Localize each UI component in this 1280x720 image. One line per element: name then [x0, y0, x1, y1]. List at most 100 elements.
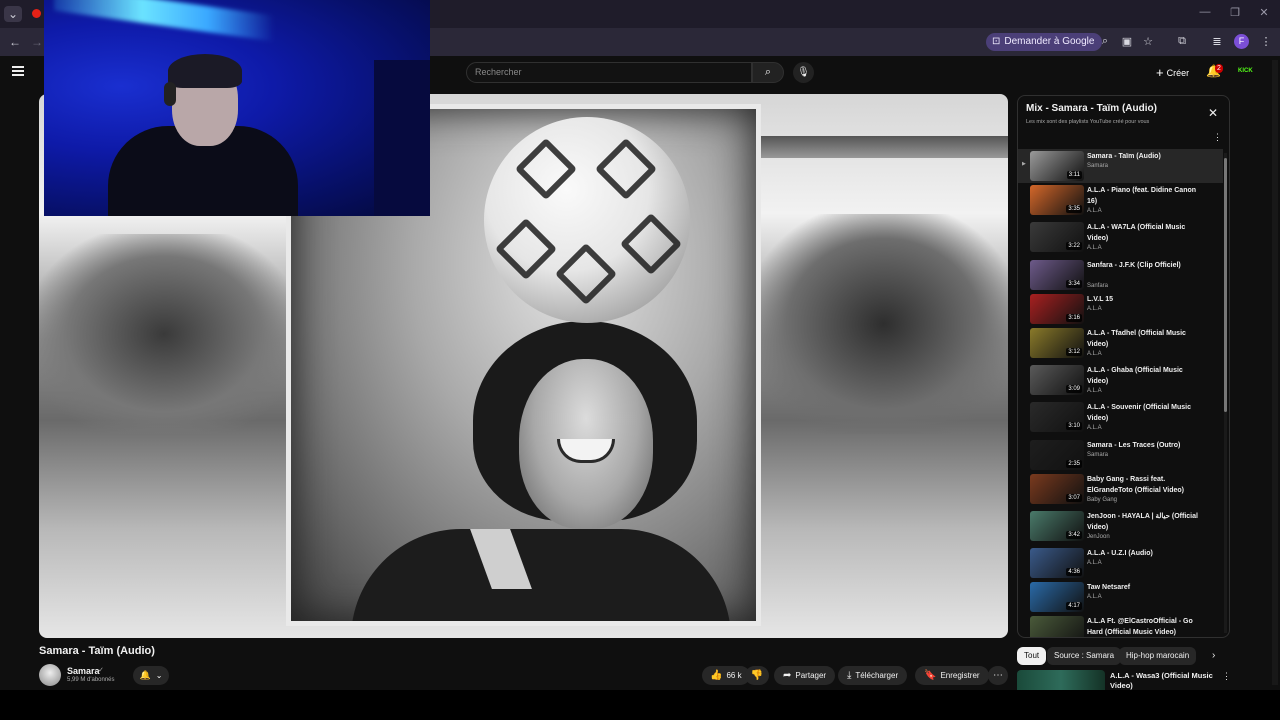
playlist-item-artist[interactable]: Samara — [1087, 452, 1108, 458]
chevron-right-icon[interactable]: › — [1212, 650, 1215, 661]
bookmark-star-icon[interactable]: ☆ — [1141, 35, 1155, 48]
chip-source-samara[interactable]: Source : Samara — [1047, 647, 1122, 665]
playlist-item-artist[interactable]: A.L.A — [1087, 594, 1102, 600]
like-count: 66 k — [726, 671, 742, 680]
minimize-window-button[interactable]: — — [1198, 6, 1212, 18]
create-button[interactable]: + Créer — [1156, 65, 1189, 80]
playlist-item-artist[interactable]: JenJoon — [1087, 534, 1110, 540]
back-arrow-icon[interactable]: ← — [6, 34, 24, 50]
playlist-item-thumbnail[interactable]: 3:22 — [1030, 222, 1084, 252]
browser-menu-icon[interactable]: ⋮ — [1259, 35, 1273, 48]
playlist-item-artist[interactable]: A.L.A — [1087, 351, 1102, 357]
playlist-title[interactable]: Mix - Samara - Taïm (Audio) — [1026, 103, 1157, 114]
chip-hip-hop-marocain[interactable]: Hip-hop marocain — [1119, 647, 1197, 665]
channel-name[interactable]: Samara — [67, 666, 100, 676]
playlist-item[interactable]: 3:22 A.L.A - WA7LA (Official Music Video)… — [1018, 220, 1223, 254]
playlist-item-artist[interactable]: A.L.A — [1087, 208, 1102, 214]
search-input[interactable]: Rechercher — [466, 62, 752, 83]
playlist-item-title[interactable]: JenJoon - HAYALA | حيالة (Official Video… — [1087, 512, 1199, 533]
playlist-item-title[interactable]: Sanfara - J.F.K (Clip Officiel) — [1087, 261, 1199, 272]
youtube-tab-favicon[interactable] — [32, 9, 41, 18]
playlist-item[interactable]: ▶ 3:11 Samara - Taïm (Audio) Samara — [1018, 149, 1223, 183]
page-scrollbar[interactable] — [1272, 60, 1278, 685]
playlist-item-artist[interactable]: A.L.A — [1087, 306, 1102, 312]
playlist-item-title[interactable]: A.L.A Ft. @ElCastroOfficial - Go Hard (O… — [1087, 617, 1199, 637]
playlist-item[interactable]: 3:12 A.L.A - Tfadhel (Official Music Vide… — [1018, 326, 1223, 360]
playlist-item[interactable]: A.L.A Ft. @ElCastroOfficial - Go Hard (O… — [1018, 614, 1223, 637]
playlist-item-artist[interactable]: A.L.A — [1087, 425, 1102, 431]
channel-avatar[interactable] — [39, 664, 61, 686]
dislike-button[interactable]: 👎 — [745, 666, 769, 685]
recommendation-title[interactable]: A.L.A - Wasa3 (Official Music Video) — [1110, 671, 1220, 691]
close-icon[interactable]: ✕ — [1208, 106, 1218, 120]
hamburger-menu-icon[interactable] — [12, 66, 24, 76]
playlist-item[interactable]: 4:36 A.L.A - U.Z.I (Audio) A.L.A — [1018, 546, 1223, 580]
playlist-item-thumbnail[interactable]: 4:36 — [1030, 548, 1084, 578]
cast-icon[interactable]: ▣ — [1120, 35, 1134, 48]
playlist-item-artist[interactable]: Sanfara — [1087, 283, 1108, 289]
playlist-item[interactable]: 3:42 JenJoon - HAYALA | حيالة (Official V… — [1018, 509, 1223, 543]
chip-all[interactable]: Tout — [1017, 647, 1047, 665]
playlist-item-artist[interactable]: A.L.A — [1087, 560, 1102, 566]
playlist-item-title[interactable]: A.L.A - Souvenir (Official Music Video) — [1087, 403, 1199, 424]
ball-pattern — [594, 137, 658, 201]
playlist-item-artist[interactable]: Samara — [1087, 163, 1108, 169]
playlist-item-artist[interactable]: A.L.A — [1087, 245, 1102, 251]
profile-avatar[interactable]: F — [1234, 34, 1249, 49]
zoom-icon[interactable]: ⌕ — [1098, 35, 1112, 48]
more-actions-button[interactable]: ⋯ — [988, 666, 1008, 685]
playlist-item-title[interactable]: A.L.A - Piano (feat. Didine Canon 16) — [1087, 186, 1199, 207]
playlist-item[interactable]: 4:17 Taw Netsaref A.L.A — [1018, 580, 1223, 614]
playlist-scrollbar-thumb[interactable] — [1224, 158, 1227, 412]
subscription-bell-button[interactable]: 🔔 ⌄ — [133, 666, 169, 685]
playlist-item-thumbnail[interactable]: 3:16 — [1030, 294, 1084, 324]
playlist-item-thumbnail[interactable]: 3:07 — [1030, 474, 1084, 504]
playlist-item[interactable]: 2:35 Samara - Les Traces (Outro) Samara — [1018, 438, 1223, 472]
playlist-item-thumbnail[interactable]: 3:35 — [1030, 185, 1084, 215]
playlist-item-title[interactable]: Taw Netsaref — [1087, 583, 1199, 594]
playlist-more-icon[interactable]: ⋮ — [1213, 132, 1222, 143]
playlist-item-title[interactable]: A.L.A - Tfadhel (Official Music Video) — [1087, 329, 1199, 350]
playlist-item-title[interactable]: Samara - Taïm (Audio) — [1087, 152, 1199, 163]
playlist-item-artist[interactable]: A.L.A — [1087, 388, 1102, 394]
playlist-item-thumbnail[interactable]: 3:34 — [1030, 260, 1084, 290]
playlist-item-thumbnail[interactable]: 3:10 — [1030, 402, 1084, 432]
playlist-item-title[interactable]: A.L.A - Ghaba (Official Music Video) — [1087, 366, 1199, 387]
playlist-item-title[interactable]: A.L.A - WA7LA (Official Music Video) — [1087, 223, 1199, 244]
recommendation-more-icon[interactable]: ⋮ — [1222, 671, 1231, 682]
playlist-item[interactable]: 3:16 L.V.L 15 A.L.A — [1018, 292, 1223, 326]
ask-google-button[interactable]: ⊡ Demander à Google — [986, 33, 1103, 51]
playlist-item[interactable]: 3:09 A.L.A - Ghaba (Official Music Video)… — [1018, 363, 1223, 397]
playlist-item-title[interactable]: Samara - Les Traces (Outro) — [1087, 441, 1199, 452]
playlist-item-title[interactable]: L.V.L 15 — [1087, 295, 1199, 306]
playlist-item-thumbnail[interactable]: 3:42 — [1030, 511, 1084, 541]
voice-search-button[interactable]: 🎙 — [793, 62, 814, 83]
save-button[interactable]: 🔖 Enregistrer — [915, 666, 989, 685]
playlist-item-artist[interactable]: Baby Gang — [1087, 497, 1117, 503]
tab-list-chevron-icon[interactable]: ⌄ — [4, 6, 22, 22]
kick-logo[interactable]: KICK — [1238, 68, 1253, 74]
close-window-button[interactable]: ✕ — [1257, 6, 1271, 19]
playlist-item-thumbnail[interactable]: 4:17 — [1030, 582, 1084, 612]
playlist-item-title[interactable]: A.L.A - U.Z.I (Audio) — [1087, 549, 1199, 560]
playlist-item-thumbnail[interactable]: 3:11 — [1030, 151, 1084, 181]
restore-window-button[interactable]: ❐ — [1228, 6, 1242, 19]
playlist-item[interactable]: 3:34 Sanfara - J.F.K (Clip Officiel) Sanfa… — [1018, 258, 1223, 292]
playlist-item[interactable]: 3:10 A.L.A - Souvenir (Official Music Vid… — [1018, 400, 1223, 434]
search-button[interactable]: ⌕ — [752, 62, 784, 83]
playlist-item-thumbnail[interactable]: 3:09 — [1030, 365, 1084, 395]
like-button[interactable]: 👍 66 k — [702, 666, 750, 685]
recommendation-thumbnail[interactable] — [1017, 670, 1105, 690]
playlist-item-duration: 3:09 — [1066, 385, 1082, 393]
playlist-item[interactable]: 3:07 Baby Gang - Rassi feat. ElGrandeToto… — [1018, 472, 1223, 506]
playlist-item-thumbnail[interactable] — [1030, 616, 1084, 637]
download-button[interactable]: ⤓ Télécharger — [838, 666, 908, 685]
share-button[interactable]: ➦ Partager — [774, 666, 836, 685]
now-playing-icon: ▶ — [1022, 161, 1026, 167]
playlist-item[interactable]: 3:35 A.L.A - Piano (feat. Didine Canon 16… — [1018, 183, 1223, 217]
playlist-item-thumbnail[interactable]: 3:12 — [1030, 328, 1084, 358]
playlist-item-thumbnail[interactable]: 2:35 — [1030, 440, 1084, 470]
media-controls-icon[interactable]: ≣ — [1210, 35, 1224, 48]
extensions-icon[interactable]: ⧉ — [1175, 35, 1189, 48]
playlist-item-title[interactable]: Baby Gang - Rassi feat. ElGrandeToto (Of… — [1087, 475, 1199, 496]
